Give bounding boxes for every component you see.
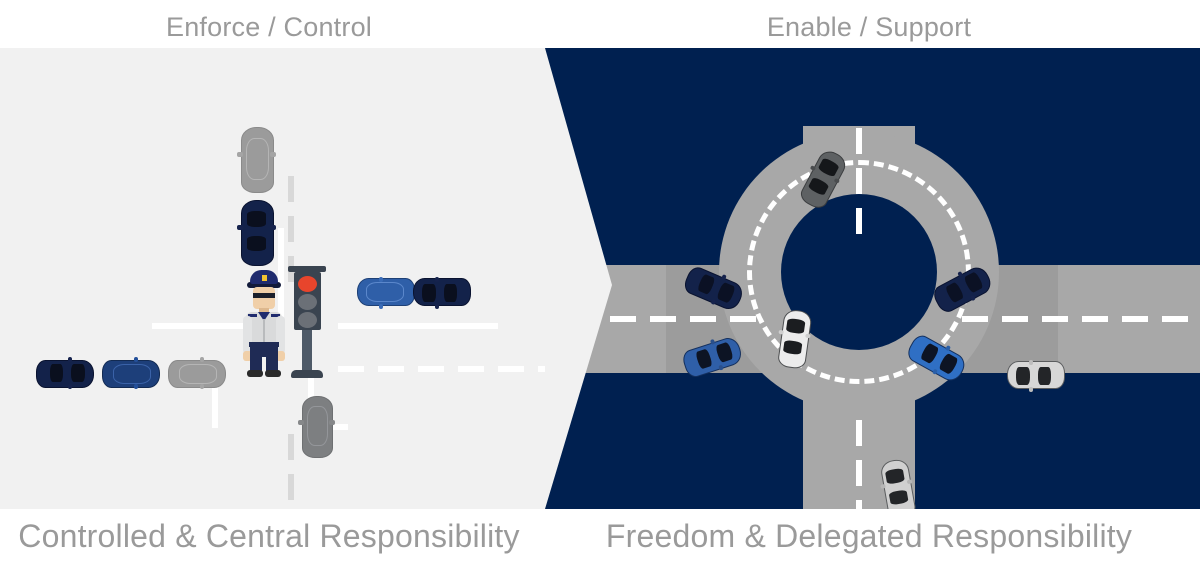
car-right-queue-2: [413, 277, 471, 309]
officer-shoe-right: [265, 370, 281, 377]
intersection-scene: [0, 48, 545, 509]
lane-dashes-north: [856, 128, 862, 234]
caption-bottom-left: Controlled & Central Responsibility: [18, 518, 520, 554]
lane-dashes-east-approach: [338, 366, 545, 372]
lane-marking-ne-horizontal: [338, 323, 498, 329]
car-north-queue-1: [237, 127, 276, 193]
car-rb-east-exit: [1007, 360, 1065, 392]
traffic-light-pole: [302, 330, 312, 372]
car-left-queue-3: [168, 357, 226, 389]
car-north-queue-2: [237, 200, 276, 266]
traffic-light-lamp-green: [298, 312, 317, 328]
traffic-light-base: [291, 370, 323, 378]
traffic-light-lamp-amber: [298, 294, 317, 310]
police-officer: [241, 266, 287, 377]
car-south-queue-1: [298, 396, 335, 458]
comparison-diagram: Enforce / Control Enable / Support Contr…: [0, 0, 1200, 573]
caption-top-right: Enable / Support: [766, 12, 972, 42]
car-right-queue-1: [357, 277, 415, 309]
lane-dashes-south: [856, 420, 862, 509]
lane-dashes-east: [962, 316, 1188, 322]
officer-cap-badge: [262, 275, 267, 281]
traffic-light-lamp-red: [298, 276, 317, 292]
caption-top-left: Enforce / Control: [166, 12, 372, 42]
officer-sunglasses: [253, 293, 275, 298]
officer-head: [253, 287, 275, 309]
car-left-queue-2: [102, 357, 160, 389]
traffic-light: [287, 266, 327, 378]
caption-bottom-right: Freedom & Delegated Responsibility: [605, 518, 1133, 554]
officer-shoe-left: [247, 370, 263, 377]
lane-dashes-south-approach: [288, 434, 294, 509]
car-left-queue-1: [36, 357, 94, 389]
roundabout-scene: [538, 48, 1200, 509]
